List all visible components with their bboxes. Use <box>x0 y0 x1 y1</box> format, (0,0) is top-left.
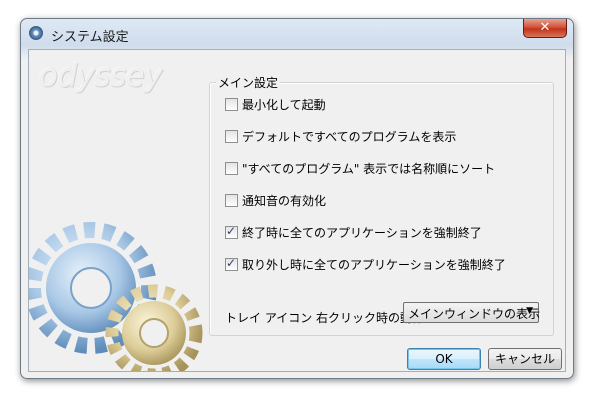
title-bar[interactable]: システム設定 ✕ <box>21 19 573 49</box>
checkbox-start-minimized[interactable] <box>225 98 238 111</box>
option-label: 取り外し時に全てのアプリケーションを強制終了 <box>242 258 506 272</box>
cancel-button[interactable]: キャンセル <box>488 348 562 370</box>
app-icon <box>29 26 43 40</box>
checkbox-sort-by-name[interactable] <box>225 162 238 175</box>
close-button[interactable]: ✕ <box>523 19 567 38</box>
ok-button[interactable]: OK <box>407 348 481 370</box>
checkbox-enable-sound[interactable] <box>225 194 238 207</box>
tray-action-value: メインウィンドウの表示 <box>408 307 541 321</box>
tray-action-dropdown[interactable]: メインウィンドウの表示 ▼ <box>403 302 541 323</box>
close-icon: ✕ <box>539 20 551 35</box>
odyssey-logo: odyssey <box>39 58 163 94</box>
tray-action-label: トレイ アイコン 右クリック時の動作 <box>225 311 425 325</box>
option-label: 終了時に全てのアプリケーションを強制終了 <box>242 226 482 240</box>
option-label: デフォルトですべてのプログラムを表示 <box>242 130 457 144</box>
window-title: システム設定 <box>51 30 129 45</box>
checkbox-force-quit-on-exit[interactable] <box>225 224 238 239</box>
checkbox-force-quit-on-removal[interactable] <box>225 256 238 271</box>
gold-gear-icon <box>105 284 203 371</box>
system-settings-dialog: システム設定 ✕ odyssey メイン設定 最小化して起動 デフォルトですべて… <box>20 18 574 379</box>
dropdown-arrow-icon: ▼ <box>526 306 533 316</box>
gears-illustration <box>29 222 203 371</box>
option-label: 最小化して起動 <box>242 98 326 112</box>
checkbox-show-all-programs[interactable] <box>225 130 238 143</box>
option-label: "すべてのプログラム" 表示では名称順にソート <box>242 162 496 176</box>
dialog-body: odyssey メイン設定 最小化して起動 デフォルトですべてのプログラムを表示… <box>28 49 566 372</box>
main-settings-legend: メイン設定 <box>216 74 281 91</box>
main-settings-group: メイン設定 最小化して起動 デフォルトですべてのプログラムを表示 "すべてのプロ… <box>209 74 554 336</box>
option-label: 通知音の有効化 <box>242 194 327 208</box>
